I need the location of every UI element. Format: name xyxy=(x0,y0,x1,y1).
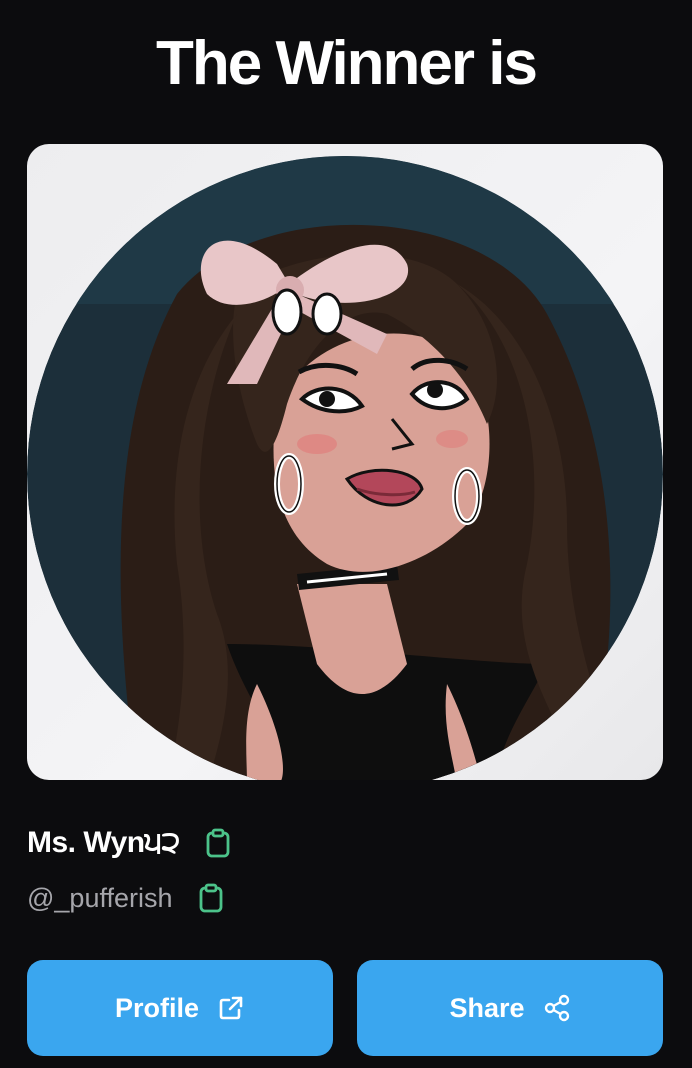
page-title: The Winner is xyxy=(156,29,538,98)
winner-display-name: Ms. Wyn੫੨ xyxy=(27,826,180,859)
share-icon xyxy=(543,994,571,1022)
winner-name-row: Ms. Wyn੫੨ xyxy=(27,822,234,864)
avatar-illustration xyxy=(27,156,663,780)
winner-avatar xyxy=(27,144,663,780)
copy-name-button[interactable] xyxy=(202,827,234,859)
winner-page: The Winner is Ms. Wyn੫੨ @_pufferish Prof… xyxy=(0,0,692,1068)
share-button-label: Share xyxy=(449,992,525,1023)
clipboard-icon xyxy=(206,828,230,858)
external-link-icon xyxy=(217,994,245,1022)
winner-handle-row: @_pufferish xyxy=(27,878,227,918)
share-button[interactable]: Share xyxy=(357,960,663,1056)
profile-button[interactable]: Profile xyxy=(27,960,333,1056)
copy-handle-button[interactable] xyxy=(195,882,227,914)
clipboard-icon xyxy=(199,883,222,913)
profile-button-label: Profile xyxy=(114,992,200,1023)
winner-handle: @_pufferish xyxy=(27,882,173,913)
